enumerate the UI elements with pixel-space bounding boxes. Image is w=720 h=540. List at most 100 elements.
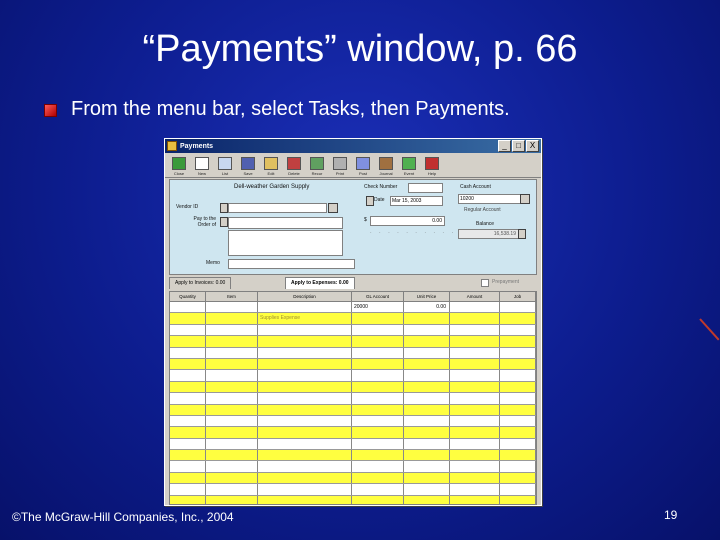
event-icon — [402, 157, 416, 170]
expense-grid: Quantity Item Description GL Account Uni… — [169, 291, 537, 505]
check-number-input[interactable] — [408, 183, 443, 193]
row2-description[interactable]: Supplies Expense — [258, 313, 352, 324]
pay-to-dropdown-icon[interactable] — [220, 217, 228, 227]
close-icon — [172, 157, 186, 170]
date-label: Date — [374, 197, 385, 203]
maximize-button[interactable]: □ — [512, 140, 525, 152]
table-row[interactable] — [170, 324, 536, 337]
table-row[interactable] — [170, 438, 536, 451]
bullet-text: From the menu bar, select Tasks, then Pa… — [71, 98, 510, 120]
payment-header-panel: Dell-weather Garden Supply Vendor ID Pay… — [169, 179, 537, 275]
window-titlebar[interactable]: Payments _ □ X — [165, 139, 541, 153]
pay-to-label: Pay to the Order of — [193, 216, 216, 228]
post-icon — [356, 157, 370, 170]
square-bullet-icon — [44, 104, 57, 117]
toolbar-post-button[interactable]: Post — [353, 157, 373, 176]
recur-icon — [310, 157, 324, 170]
grid-header: Quantity Item Description GL Account Uni… — [170, 292, 536, 302]
prepayment-label: Prepayment — [492, 279, 519, 285]
col-description[interactable]: Description — [258, 292, 352, 301]
slide-number: 19 — [664, 508, 678, 522]
toolbar-list-button[interactable]: List — [215, 157, 235, 176]
toolbar-save-button[interactable]: Save — [238, 157, 258, 176]
cash-account-label: Cash Account — [460, 184, 491, 190]
toolbar-event-button[interactable]: Event — [399, 157, 419, 176]
list-icon — [218, 157, 232, 170]
memo-label: Memo — [206, 260, 220, 266]
table-row[interactable] — [170, 495, 536, 504]
help-icon — [425, 157, 439, 170]
table-row[interactable] — [170, 461, 536, 473]
table-row[interactable] — [170, 450, 536, 462]
dollar-sign: $ — [364, 217, 367, 223]
col-job[interactable]: Job — [500, 292, 536, 301]
table-row[interactable] — [170, 347, 536, 359]
balance-scroll-icon[interactable] — [518, 229, 526, 239]
table-row[interactable] — [170, 370, 536, 382]
app-icon — [167, 141, 177, 151]
save-icon — [241, 157, 255, 170]
pay-to-address-field[interactable] — [228, 230, 343, 256]
amount-in-words-line: · · · · · · · · · · — [370, 230, 457, 236]
close-button[interactable]: X — [526, 140, 539, 152]
col-item[interactable]: Item — [206, 292, 258, 301]
balance-label: Balance — [476, 221, 495, 227]
payee-name: Dell-weather Garden Supply — [234, 184, 310, 190]
minimize-button[interactable]: _ — [498, 140, 511, 152]
check-number-label: Check Number — [364, 184, 398, 190]
print-icon — [333, 157, 347, 170]
col-quantity[interactable]: Quantity — [170, 292, 206, 301]
toolbar-delete-button[interactable]: Delete — [284, 157, 304, 176]
cash-account-input[interactable]: 10200 — [458, 194, 521, 204]
table-row[interactable] — [170, 484, 536, 496]
delete-icon — [287, 157, 301, 170]
table-row[interactable] — [170, 381, 536, 394]
toolbar-edit-button[interactable]: Edit — [261, 157, 281, 176]
col-unit-price[interactable]: Unit Price — [404, 292, 450, 301]
row1-unit-price[interactable]: 0.00 — [404, 302, 450, 313]
table-row[interactable] — [170, 427, 536, 439]
toolbar-new-button[interactable]: New — [192, 157, 212, 176]
window-title: Payments — [180, 142, 214, 150]
prepayment-checkbox[interactable] — [481, 279, 489, 287]
row1-gl-account[interactable]: 20000 — [352, 302, 404, 313]
toolbar-help-button[interactable]: Help — [422, 157, 442, 176]
table-row[interactable]: Supplies Expense — [170, 313, 536, 325]
toolbar-recur-button[interactable]: Recur — [307, 157, 327, 176]
table-row[interactable] — [170, 472, 536, 485]
pay-to-name-field[interactable] — [228, 217, 343, 229]
cash-account-lookup-icon[interactable] — [520, 194, 530, 204]
table-row[interactable] — [170, 415, 536, 428]
table-row[interactable]: 20000 0.00 — [170, 302, 536, 314]
bullet-row: From the menu bar, select Tasks, then Pa… — [44, 98, 510, 121]
col-gl-account[interactable]: GL Account — [352, 292, 404, 301]
payments-window: Payments _ □ X Close New List Save Edit … — [164, 138, 542, 506]
tab-apply-expenses[interactable]: Apply to Expenses: 0.00 — [285, 277, 355, 289]
table-row[interactable] — [170, 404, 536, 416]
balance-field: 16,538.19 — [458, 229, 519, 239]
footer-copyright: ©The McGraw-Hill Companies, Inc., 2004 — [12, 510, 234, 524]
journal-icon — [379, 157, 393, 170]
vendor-lookup-icon[interactable] — [328, 203, 338, 213]
table-row[interactable] — [170, 336, 536, 348]
edit-icon — [264, 157, 278, 170]
vendor-id-input[interactable] — [228, 203, 327, 213]
date-input[interactable]: Mar 15, 2003 — [390, 196, 443, 206]
date-calendar-icon[interactable] — [366, 196, 374, 206]
cash-account-description: Regular Account — [464, 207, 501, 213]
amount-input[interactable]: 0.00 — [370, 216, 445, 226]
col-amount[interactable]: Amount — [450, 292, 500, 301]
toolbar-close-button[interactable]: Close — [169, 157, 189, 176]
decorative-line — [699, 318, 720, 341]
tab-apply-invoices[interactable]: Apply to Invoices: 0.00 — [169, 277, 232, 289]
slide-title: “Payments” window, p. 66 — [142, 28, 578, 70]
vendor-id-dropdown-icon[interactable] — [220, 203, 228, 213]
new-icon — [195, 157, 209, 170]
table-row[interactable] — [170, 393, 536, 405]
toolbar-journal-button[interactable]: Journal — [376, 157, 396, 176]
apply-tabs: Apply to Invoices: 0.00 Apply to Expense… — [169, 277, 535, 289]
memo-input[interactable] — [228, 259, 355, 269]
toolbar-print-button[interactable]: Print — [330, 157, 350, 176]
toolbar: Close New List Save Edit Delete Recur Pr… — [165, 153, 541, 178]
table-row[interactable] — [170, 358, 536, 371]
